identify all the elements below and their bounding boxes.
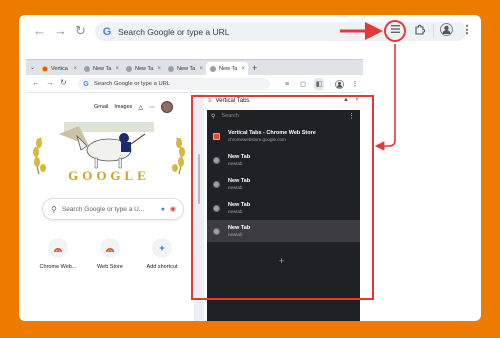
back-icon[interactable]: ← bbox=[32, 78, 40, 87]
tab-label: Vertica bbox=[51, 65, 68, 72]
shortcut-tile[interactable]: Web Store bbox=[85, 238, 135, 270]
extensions-icon[interactable] bbox=[411, 21, 427, 37]
forward-icon[interactable]: → bbox=[54, 23, 67, 38]
ntp-header-links: Gmail Images △ ⋯ bbox=[94, 101, 174, 113]
reload-icon[interactable]: ↻ bbox=[60, 78, 67, 87]
shortcut-label: Add shortcut bbox=[146, 264, 178, 270]
tab-label: New Ta bbox=[93, 65, 112, 72]
plus-icon: + bbox=[152, 238, 172, 258]
profile-avatar-icon[interactable] bbox=[438, 21, 454, 37]
close-icon[interactable]: × bbox=[242, 66, 246, 72]
inner-toolbar: ← → ↻ G Search Google or type a URL ≡ ◻ … bbox=[26, 75, 363, 93]
profile-avatar-icon[interactable] bbox=[334, 78, 344, 90]
highlight-circle bbox=[384, 20, 406, 42]
highlight-rectangle bbox=[191, 95, 374, 300]
svg-text:GOOGLE: GOOGLE bbox=[68, 168, 150, 183]
tab-strip: ⌄ Vertica × New Ta × New Ta × New Ta × N… bbox=[26, 60, 363, 75]
close-icon[interactable]: × bbox=[74, 66, 78, 72]
new-tab-button[interactable]: + bbox=[252, 63, 257, 73]
apps-grid-icon[interactable]: ⋯ bbox=[149, 104, 155, 111]
omnibox[interactable]: G Search Google or type a URL bbox=[78, 78, 270, 90]
labs-flask-icon[interactable]: △ bbox=[138, 104, 143, 111]
vertical-tabs-icon[interactable]: ≡ bbox=[282, 78, 292, 90]
toolbar-divider bbox=[433, 24, 434, 38]
reload-icon[interactable]: ↻ bbox=[75, 23, 86, 39]
google-icon: G bbox=[83, 80, 89, 88]
microphone-icon[interactable]: ● bbox=[161, 206, 165, 213]
side-panel-icon[interactable]: ◧ bbox=[314, 78, 324, 90]
chrome-favicon-icon bbox=[84, 65, 91, 72]
menu-kebab-icon[interactable]: ⋮ bbox=[350, 78, 360, 90]
close-icon[interactable]: × bbox=[158, 66, 162, 72]
tab-search-icon[interactable]: ⌄ bbox=[30, 64, 35, 71]
tab-label: New Ta bbox=[135, 65, 154, 72]
shortcut-label: Web Store bbox=[97, 264, 123, 270]
tab-item[interactable]: Vertica × bbox=[38, 62, 80, 75]
chrome-favicon-icon bbox=[168, 65, 175, 72]
new-tab-page: Gmail Images △ ⋯ GOOGLE ⚲ Search Google … bbox=[26, 94, 194, 321]
omnibox-placeholder: Search Google or type a URL bbox=[118, 26, 230, 37]
ntp-search-box[interactable]: ⚲ Search Google or type a U... ● ◉ bbox=[42, 198, 184, 220]
google-icon: G bbox=[102, 25, 112, 38]
forward-icon[interactable]: → bbox=[46, 78, 54, 87]
add-shortcut-tile[interactable]: + Add shortcut bbox=[137, 238, 187, 270]
avatar[interactable] bbox=[161, 101, 174, 113]
chrome-webstore-icon bbox=[100, 238, 120, 258]
outer-toolbar: ← → ↻ G Search Google or type a URL ⋮ bbox=[19, 15, 481, 47]
webstore-favicon-icon bbox=[42, 65, 49, 72]
tab-item-active[interactable]: New Ta × bbox=[206, 62, 249, 75]
omnibox-placeholder: Search Google or type a URL bbox=[94, 81, 171, 87]
chrome-webstore-icon bbox=[48, 238, 68, 258]
tab-label: New Ta bbox=[177, 65, 196, 72]
close-icon[interactable]: × bbox=[200, 66, 204, 72]
menu-kebab-icon[interactable]: ⋮ bbox=[459, 21, 475, 37]
back-icon[interactable]: ← bbox=[33, 23, 46, 38]
tab-item[interactable]: New Ta × bbox=[164, 62, 206, 75]
images-link[interactable]: Images bbox=[114, 104, 132, 110]
lens-camera-icon[interactable]: ◉ bbox=[170, 205, 176, 213]
extensions-icon[interactable]: ◻ bbox=[298, 78, 308, 90]
chrome-favicon-icon bbox=[126, 65, 133, 72]
tab-label: New Ta bbox=[219, 65, 238, 72]
search-placeholder: Search Google or type a U... bbox=[61, 205, 145, 213]
gmail-link[interactable]: Gmail bbox=[94, 104, 108, 110]
shortcut-label: Chrome Web... bbox=[39, 264, 77, 270]
google-doodle-image[interactable]: GOOGLE bbox=[29, 116, 189, 184]
shortcut-tile[interactable]: Chrome Web... bbox=[33, 238, 83, 270]
search-icon: ⚲ bbox=[51, 204, 57, 214]
close-icon[interactable]: × bbox=[116, 66, 120, 72]
tab-item[interactable]: New Ta × bbox=[80, 62, 122, 75]
chrome-favicon-icon bbox=[210, 65, 217, 72]
tab-item[interactable]: New Ta × bbox=[122, 62, 164, 75]
